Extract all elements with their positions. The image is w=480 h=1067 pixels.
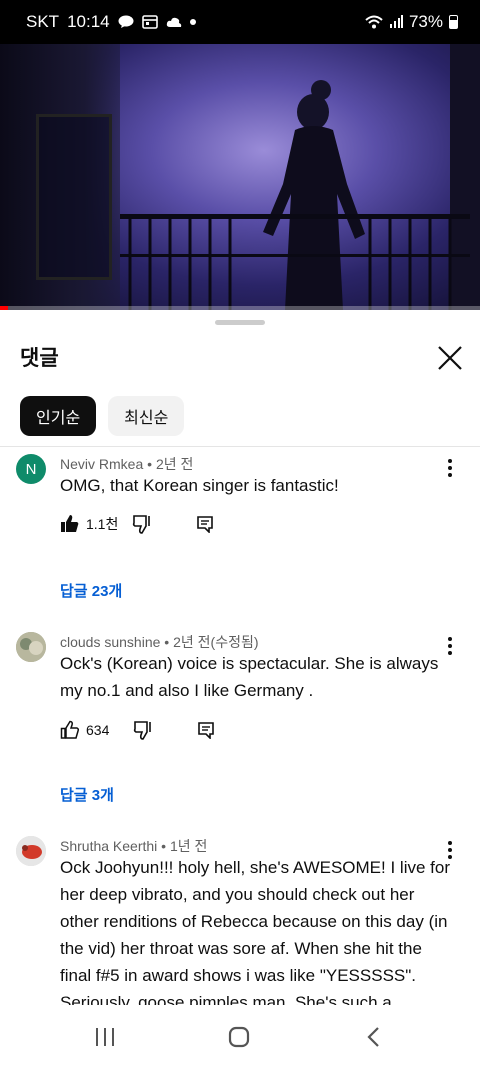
avatar[interactable]: N <box>16 454 46 484</box>
more-vert-icon[interactable] <box>446 840 454 860</box>
drag-handle[interactable] <box>215 320 265 325</box>
comment-text: OMG, that Korean singer is fantastic! <box>60 476 339 495</box>
comment-author[interactable]: Neviv Rmkea <box>60 456 143 472</box>
video-progress-fill <box>0 306 8 310</box>
comment-meta: Neviv Rmkea • 2년 전 <box>60 456 194 472</box>
like-button[interactable]: 634 <box>60 720 109 740</box>
thumb-down-icon[interactable] <box>132 514 152 534</box>
home-icon[interactable] <box>228 1026 250 1048</box>
comment-time: 2년 전(수정됨) <box>173 634 259 650</box>
like-button[interactable]: 1.1천 <box>60 514 118 534</box>
replies-link[interactable]: 답글 23개 <box>60 580 122 601</box>
battery-icon <box>449 15 458 29</box>
avatar[interactable] <box>16 836 46 866</box>
status-bar: SKT 10:14 73% <box>0 0 480 44</box>
clock: 10:14 <box>67 12 110 31</box>
back-icon[interactable] <box>366 1026 380 1048</box>
like-count: 1.1천 <box>86 516 119 532</box>
sort-chips: 인기순 최신순 <box>20 396 185 436</box>
sheet-title: 댓글 <box>20 347 59 370</box>
battery-percent: 73% <box>408 12 443 31</box>
more-vert-icon[interactable] <box>446 458 454 478</box>
replies-link[interactable]: 답글 3개 <box>60 784 114 805</box>
divider <box>0 446 480 447</box>
wifi-icon <box>365 15 383 29</box>
calendar-notification-icon <box>141 15 158 29</box>
close-icon[interactable] <box>436 344 464 372</box>
chip-newest[interactable]: 최신순 <box>108 396 185 436</box>
avatar-image <box>16 836 46 866</box>
comment-author[interactable]: Shrutha Keerthi <box>60 838 157 854</box>
thumb-up-icon <box>60 720 80 739</box>
avatar-image <box>16 632 46 662</box>
comment-meta: Shrutha Keerthi • 1년 전 <box>60 838 208 854</box>
comment-time: 1년 전 <box>169 838 208 854</box>
recent-apps-icon[interactable] <box>94 1027 116 1047</box>
comment-actions: 634 <box>60 720 215 740</box>
comment-meta: clouds sunshine • 2년 전(수정됨) <box>60 634 259 650</box>
video-player[interactable] <box>0 44 480 310</box>
more-notifications-dot-icon <box>189 19 196 25</box>
chip-popular[interactable]: 인기순 <box>20 396 97 436</box>
more-vert-icon[interactable] <box>446 636 454 656</box>
comment-text: Ock Joohyun!!! holy hell, she's AWESOME!… <box>60 858 450 1006</box>
talk-notification-icon <box>118 15 134 28</box>
thumb-up-icon <box>61 515 79 532</box>
comment-icon[interactable] <box>197 721 215 739</box>
comment-actions: 1.1천 <box>60 514 214 534</box>
like-count: 634 <box>86 722 110 738</box>
comment-time: 2년 전 <box>155 456 194 472</box>
cloud-notification-icon <box>166 17 181 27</box>
system-nav-bar <box>0 1005 480 1067</box>
signal-icon <box>389 15 403 28</box>
comments-sheet: 댓글 인기순 최신순 N Neviv Rmkea • 2년 전 OMG, tha… <box>0 310 480 1067</box>
avatar[interactable] <box>16 632 46 662</box>
video-window-frame <box>36 114 112 280</box>
thumb-down-icon[interactable] <box>133 720 153 740</box>
comment-icon[interactable] <box>196 515 214 533</box>
carrier-label: SKT <box>26 12 60 31</box>
comment-text: Ock's (Korean) voice is spectacular. She… <box>60 654 439 700</box>
video-balcony-railing <box>120 214 470 310</box>
comment-author[interactable]: clouds sunshine <box>60 634 160 650</box>
